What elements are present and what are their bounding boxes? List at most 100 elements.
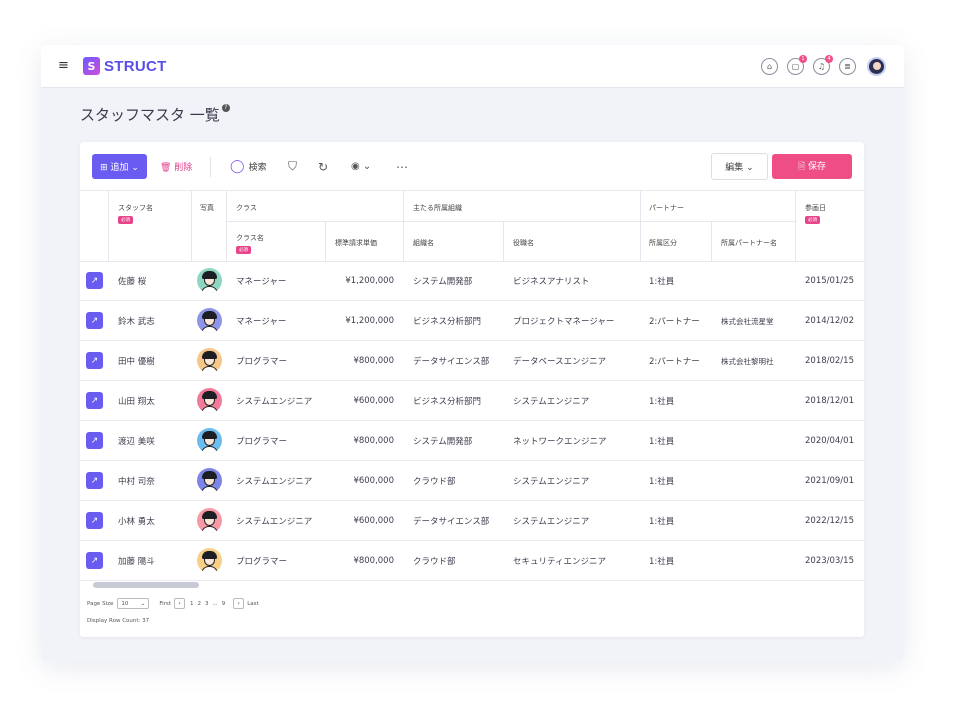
staff-name-cell: 渡辺 美咲 (118, 437, 155, 447)
partner-type-cell: 1:社員 (649, 437, 675, 447)
row-edit-button[interactable]: ↗ (86, 472, 103, 489)
join-date-cell: 2015/01/25 (805, 276, 854, 286)
bell-badge: 4 (825, 55, 833, 63)
rate-cell: ¥1,200,000 (345, 276, 394, 286)
col-partner-type[interactable]: 所属区分 (649, 238, 677, 248)
page-2[interactable]: 2 (197, 601, 201, 607)
row-edit-button[interactable]: ↗ (86, 312, 103, 329)
table-row[interactable]: ↗ 加藤 陽斗 プログラマー ¥800,000 クラウド部 セキュリティエンジニア 1:社員… (80, 541, 864, 581)
row-edit-button[interactable]: ↗ (86, 432, 103, 449)
add-button[interactable]: ⊞ 追加 ⌄ (92, 154, 147, 179)
table-row[interactable]: ↗ 山田 翔太 システムエンジニア ¥600,000 ビジネス分析部門 システムエンジニア… (80, 381, 864, 421)
row-edit-button[interactable]: ↗ (86, 552, 103, 569)
logo-text: STRUCT (104, 57, 167, 75)
staff-photo (197, 548, 222, 573)
table-row[interactable]: ↗ 中村 司奈 システムエンジニア ¥600,000 クラウド部 システムエンジニア 1:社… (80, 461, 864, 501)
col-role[interactable]: 役職名 (513, 238, 534, 248)
col-partner-company[interactable]: 所属パートナー名 (721, 238, 777, 248)
partner-type-cell: 1:社員 (649, 277, 675, 287)
join-date-cell: 2022/12/15 (805, 516, 854, 526)
home-icon[interactable]: ⌂ (761, 58, 778, 75)
help-icon[interactable]: ? (221, 104, 230, 112)
refresh-icon[interactable]: ↻ (318, 154, 328, 179)
join-date-cell: 2018/12/01 (805, 396, 854, 406)
row-edit-button[interactable]: ↗ (86, 512, 103, 529)
col-partner-group: パートナー (649, 204, 684, 212)
partner-type-cell: 2:パートナー (649, 317, 700, 327)
required-badge: 必須 (805, 216, 820, 224)
org-name-cell: クラウド部 (413, 557, 456, 567)
org-name-cell: データサイエンス部 (413, 357, 490, 367)
table-row[interactable]: ↗ 佐藤 桜 マネージャー ¥1,200,000 システム開発部 ビジネスアナリスト 1:社… (80, 261, 864, 301)
join-date-cell: 2020/04/01 (805, 436, 854, 446)
search-label: 検索 (248, 163, 267, 173)
table-row[interactable]: ↗ 鈴木 武志 マネージャー ¥1,200,000 ビジネス分析部門 プロジェクトマネージ… (80, 301, 864, 341)
logo-mark: S (83, 57, 100, 75)
class-name-cell: システムエンジニア (236, 517, 313, 527)
class-name-cell: システムエンジニア (236, 397, 313, 407)
menu-icon[interactable]: ≡ (58, 59, 69, 73)
col-photo[interactable]: 写真 (200, 203, 214, 213)
chat-icon[interactable]: ▢ 1 (787, 55, 807, 75)
col-class-name[interactable]: クラス名 必須 (236, 233, 264, 254)
staff-photo (197, 428, 222, 453)
page-size-select[interactable]: 10 ⌄ (117, 598, 150, 609)
filter-icon[interactable]: ⛉ (288, 154, 297, 179)
page-9[interactable]: 9 (222, 601, 226, 607)
row-edit-button[interactable]: ↗ (86, 352, 103, 369)
org-name-cell: システム開発部 (413, 277, 473, 287)
staff-photo (197, 468, 222, 493)
edit-button[interactable]: 編集 ⌄ (711, 153, 768, 180)
partner-type-cell: 1:社員 (649, 517, 675, 527)
rate-cell: ¥800,000 (353, 556, 394, 566)
save-button[interactable]: 🗎 保存 (772, 154, 852, 179)
table-row[interactable]: ↗ 小林 勇太 システムエンジニア ¥600,000 データサイエンス部 システムエンジニ… (80, 501, 864, 541)
bell-icon[interactable]: ♫ 4 (813, 55, 833, 75)
next-page-button[interactable]: › (233, 598, 245, 609)
class-name-cell: システムエンジニア (236, 477, 313, 487)
user-avatar[interactable] (867, 57, 886, 76)
role-cell: ネットワークエンジニア (513, 437, 607, 447)
staff-photo (197, 268, 222, 293)
table-row[interactable]: ↗ 田中 優樹 プログラマー ¥800,000 データサイエンス部 データベースエンジニア… (80, 341, 864, 381)
rate-cell: ¥800,000 (353, 356, 394, 366)
row-edit-button[interactable]: ↗ (86, 272, 103, 289)
logo[interactable]: S STRUCT (83, 57, 167, 75)
delete-button[interactable]: 🗑 削除 (160, 154, 192, 179)
chat-badge: 1 (799, 55, 807, 63)
scrollbar-thumb[interactable] (93, 582, 199, 588)
table-row[interactable]: ↗ 渡辺 美咲 プログラマー ¥800,000 システム開発部 ネットワークエンジニア 1:… (80, 421, 864, 461)
last-page-link[interactable]: Last (247, 601, 258, 607)
page-1[interactable]: 1 (190, 601, 194, 607)
staff-name-cell: 鈴木 武志 (118, 317, 155, 327)
first-page-link[interactable]: First (159, 601, 171, 607)
col-rate[interactable]: 標準請求単価 (335, 238, 377, 248)
app-window: ≡ S STRUCT ⌂ ▢ 1 ♫ 4 ≣ スタッフマスタ 一覧? ⊞ 追加 ⌄ … (41, 45, 904, 662)
class-name-cell: プログラマー (236, 437, 288, 447)
horizontal-scrollbar[interactable] (80, 581, 864, 589)
col-staff-name[interactable]: スタッフ名 必須 (118, 203, 153, 224)
toolbar: ⊞ 追加 ⌄ 🗑 削除 ◯ 検索 ⛉ ↻ ◉ ⌄ ⋯ 編集 ⌄ 🗎 保存 (80, 142, 864, 191)
staff-name-cell: 佐藤 桜 (118, 277, 147, 287)
row-edit-button[interactable]: ↗ (86, 392, 103, 409)
role-cell: データベースエンジニア (513, 357, 607, 367)
rate-cell: ¥800,000 (353, 436, 394, 446)
more-icon[interactable]: ⋯ (396, 154, 408, 179)
col-join-date[interactable]: 参画日 必須 (805, 203, 826, 224)
class-name-cell: プログラマー (236, 357, 288, 367)
partner-type-cell: 2:パートナー (649, 357, 700, 367)
prev-page-button[interactable]: ‹ (173, 598, 185, 609)
role-cell: プロジェクトマネージャー (513, 317, 615, 327)
col-org-group: 主たる所属組織 (413, 204, 462, 212)
staff-name-cell: 小林 勇太 (118, 517, 155, 527)
org-name-cell: ビジネス分析部門 (413, 397, 482, 407)
toolbar-divider (210, 157, 211, 177)
page-3[interactable]: 3 (205, 601, 209, 607)
search-button[interactable]: ◯ 検索 (230, 154, 267, 179)
rate-cell: ¥1,200,000 (345, 316, 394, 326)
view-icon[interactable]: ◉ ⌄ (351, 154, 371, 179)
col-org-name[interactable]: 組織名 (413, 238, 434, 248)
staff-name-cell: 加藤 陽斗 (118, 557, 155, 567)
note-icon[interactable]: ≣ (839, 58, 856, 75)
partner-type-cell: 1:社員 (649, 557, 675, 567)
